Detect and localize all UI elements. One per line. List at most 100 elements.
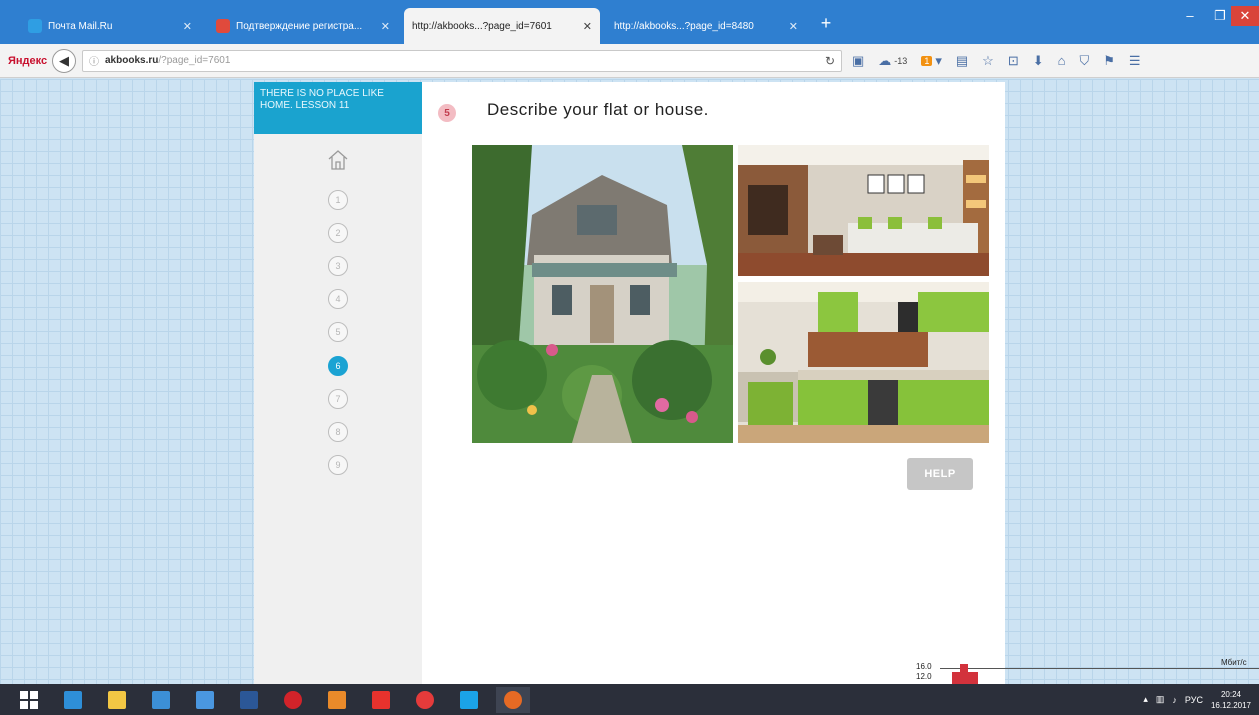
notifications-widget[interactable]: 1 ▾ [921,53,942,69]
task-number-badge: 5 [438,104,456,122]
network-icon[interactable]: ▥ [1156,694,1165,705]
speed-label-bottom: 12.0 [916,672,932,681]
download-icon[interactable]: ⬇ [1033,53,1044,69]
info-icon[interactable]: ⓘ [89,53,99,68]
tray-expand-icon[interactable]: ▴ [1143,694,1148,705]
close-icon[interactable]: ✕ [583,20,592,33]
shield-icon[interactable]: ⛉ [1079,53,1089,69]
word-taskbar-button[interactable] [232,687,266,713]
tab-title: http://akbooks...?page_id=7601 [412,20,552,32]
clock-date: 16.12.2017 [1210,700,1251,710]
yandex-logo[interactable]: Яндекс [8,55,48,67]
yandex-browser-icon [416,690,434,709]
help-button[interactable]: HELP [907,458,973,490]
house-exterior-image [472,145,733,443]
task-prompt: Describe your flat or house. [487,100,709,119]
new-tab-button[interactable]: + [815,12,837,34]
tab-registration[interactable]: Подтверждение регистра... ✕ [208,8,398,44]
reader-icon[interactable]: ▤ [956,53,968,69]
home-icon[interactable] [326,148,350,172]
photos-icon [328,690,346,709]
weather-widget[interactable]: ☁ -13 [878,53,907,69]
step-3[interactable]: 3 [328,256,348,276]
step-4[interactable]: 4 [328,289,348,309]
ie-taskbar-button[interactable] [56,687,90,713]
tab-title: Подтверждение регистра... [236,20,363,32]
yandex-icon [372,690,390,709]
url-path: /?page_id=7601 [158,55,231,66]
tab-title: Почта Mail.Ru [48,20,113,32]
yandex-browser-taskbar-button[interactable] [408,687,442,713]
step-5[interactable]: 5 [328,322,348,342]
window-close: ✕ [1231,6,1259,26]
close-icon[interactable]: ✕ [381,20,390,33]
lesson-content: 5 Describe your flat or house. HELP [422,82,1005,684]
tab-page-7601[interactable]: http://akbooks...?page_id=7601 ✕ [404,8,600,44]
word-icon [240,690,258,709]
step-1[interactable]: 1 [328,190,348,210]
maximize-icon[interactable]: ❐ [1206,6,1234,26]
cloud-icon: ☁ [878,52,892,68]
title-bar: Почта Mail.Ru ✕ Подтверждение регистра..… [0,0,1259,44]
lock-icon[interactable]: ⊡ [1008,53,1019,69]
star-icon[interactable]: ☆ [982,53,994,69]
photos-taskbar-button[interactable] [320,687,354,713]
firefox-taskbar-button[interactable] [496,686,530,713]
window-controls: – ❐ [1176,6,1234,26]
skype-icon [460,690,478,709]
opera-taskbar-button[interactable] [276,687,310,713]
folder-icon [108,690,126,709]
screenshot-icon[interactable]: ▣ [852,53,864,69]
yandex-taskbar-button[interactable] [364,687,398,713]
menu-icon[interactable]: ☰ [1129,53,1141,69]
minimize-icon[interactable]: – [1176,6,1204,26]
url-host: akbooks.ru [105,55,159,66]
reload-icon[interactable]: ↻ [825,54,835,68]
start-button[interactable] [12,687,46,713]
rating-value: -13 [894,55,908,66]
network-speed-widget: 16.0 12.0 Мбит/с [900,656,1259,686]
windows-logo-icon [20,690,38,709]
speed-unit-label: Мбит/с [1221,658,1247,667]
step-7[interactable]: 7 [328,389,348,409]
volume-icon[interactable]: ♪ [1172,695,1177,705]
clock-time: 20:24 [1220,689,1241,699]
kitchen-image [738,282,989,443]
speed-label-top: 16.0 [916,662,932,671]
mail-icon [152,690,170,709]
skype-taskbar-button[interactable] [452,687,486,713]
back-arrow-icon[interactable]: ◀ [52,48,76,73]
system-tray: ▴ ▥ ♪ РУС 20:24 16.12.2017 [1143,684,1259,715]
lesson-sidebar: THERE IS NO PLACE LIKE HOME. Lesson 11 1… [254,82,422,684]
media-taskbar-button[interactable] [188,687,222,713]
explorer-taskbar-button[interactable] [100,687,134,713]
cart-icon[interactable]: ⚑ [1103,53,1115,69]
notification-badge: 1 [921,55,933,66]
step-8[interactable]: 8 [328,422,348,442]
address-bar[interactable]: ⓘ akbooks.ru/?page_id=7601 ↻ [82,49,842,72]
language-indicator[interactable]: РУС [1185,695,1203,705]
step-2[interactable]: 2 [328,223,348,243]
envelope-favicon-icon [216,19,230,33]
opera-icon [284,690,302,709]
browser-toolbar: Яндекс ◀ ⓘ akbooks.ru/?page_id=7601 ↻ ▣ … [0,44,1259,78]
lesson-title[interactable]: THERE IS NO PLACE LIKE HOME. Lesson 11 [254,82,422,134]
home-icon[interactable]: ⌂ [1058,53,1066,68]
firefox-icon [504,690,522,709]
internet-explorer-icon [64,690,82,709]
media-player-icon [196,690,214,709]
mail-taskbar-button[interactable] [144,687,178,713]
mail-favicon-icon [28,19,42,33]
tab-page-8480[interactable]: http://akbooks...?page_id=8480 ✕ [606,8,806,44]
close-window-icon[interactable]: ✕ [1231,6,1259,26]
close-icon[interactable]: ✕ [183,20,192,33]
windows-taskbar: ▴ ▥ ♪ РУС 20:24 16.12.2017 [0,684,1259,715]
close-icon[interactable]: ✕ [789,20,798,33]
tab-mail[interactable]: Почта Mail.Ru ✕ [20,8,200,44]
toolbar-icons: ▣ ☁ -13 1 ▾ ▤ ☆ ⊡ ⬇ ⌂ ⛉ ⚑ ☰ [852,53,1141,69]
step-6-active[interactable]: 6 [328,356,348,376]
tab-title: http://akbooks...?page_id=8480 [614,20,754,32]
clock[interactable]: 20:24 16.12.2017 [1211,689,1251,711]
chevron-down-icon: ▾ [935,52,942,68]
step-9[interactable]: 9 [328,455,348,475]
